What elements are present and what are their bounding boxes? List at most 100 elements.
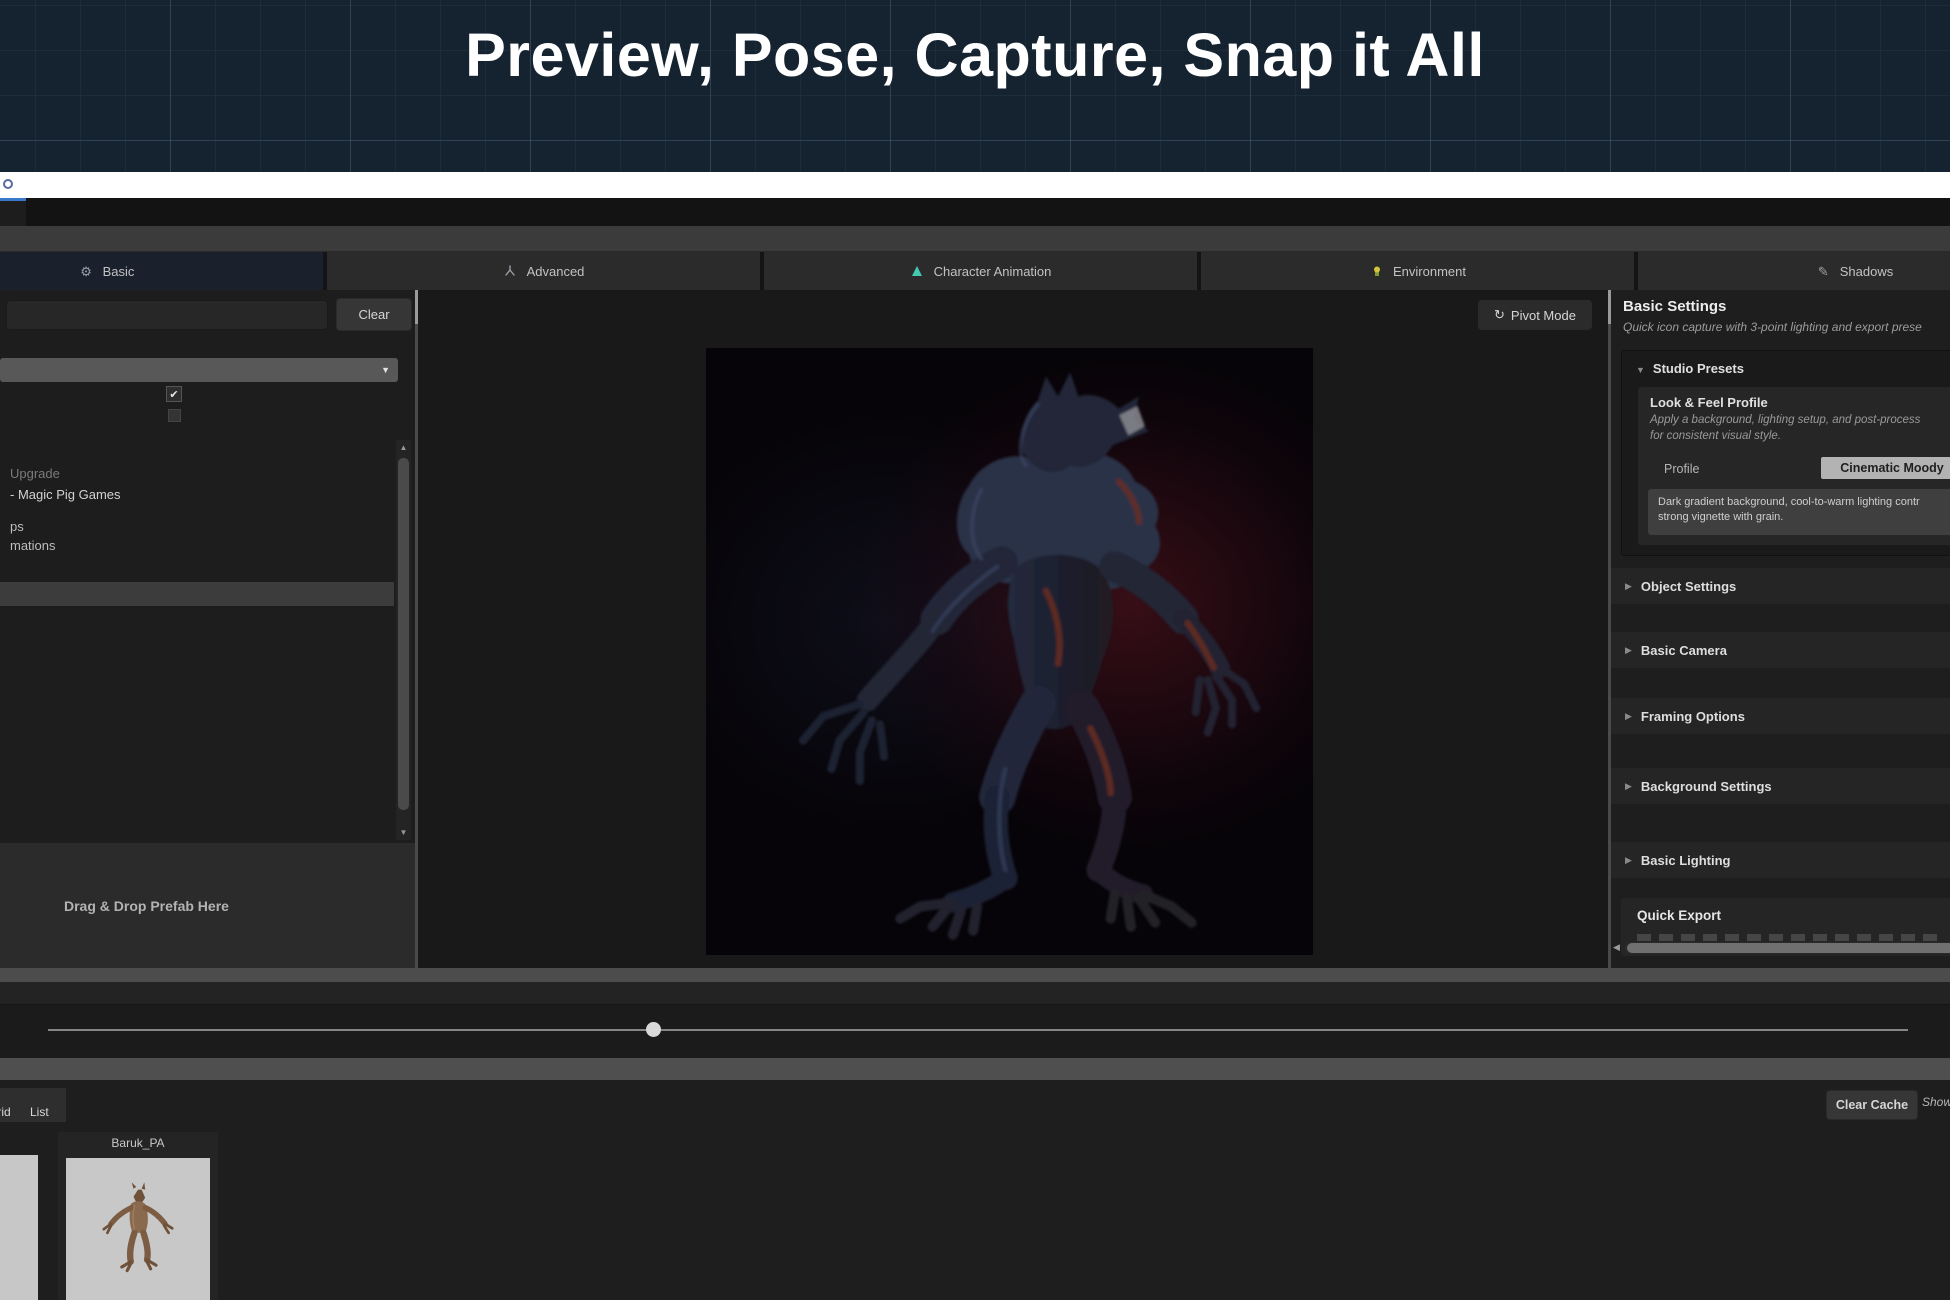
foldout-closed-icon: ▶: [1625, 581, 1632, 592]
tab-basic[interactable]: ⚙ Basic: [0, 252, 323, 290]
foldout-basic-lighting[interactable]: ▶ Basic Lighting: [1611, 842, 1950, 878]
chevron-down-icon: ▼: [381, 365, 390, 375]
scroll-left-icon[interactable]: ◀: [1613, 942, 1620, 953]
rotate-icon: ↻: [1494, 307, 1505, 323]
checkbox-checked[interactable]: ✔: [166, 386, 182, 402]
hscrollbar-thumb[interactable]: [1627, 943, 1950, 953]
section-label: Background Settings: [1641, 779, 1772, 794]
section-label: Object Settings: [1641, 579, 1736, 594]
werewolf-render: [706, 348, 1313, 955]
settings-subtitle: Quick icon capture with 3-point lighting…: [1623, 320, 1922, 334]
tab-character-animation[interactable]: Character Animation: [764, 252, 1197, 290]
banner: Preview, Pose, Capture, Snap it All: [0, 0, 1950, 172]
asset-card-preview[interactable]: [66, 1158, 210, 1300]
studio-presets-label: Studio Presets: [1653, 361, 1744, 376]
selected-list-row[interactable]: [0, 582, 394, 606]
filter-dropdown[interactable]: ▼: [0, 358, 398, 382]
profile-help-box: Dark gradient background, cool-to-warm l…: [1648, 489, 1950, 535]
foldout-open-icon: ▼: [1636, 365, 1645, 375]
check-icon: ✔: [169, 388, 178, 401]
banner-title: Preview, Pose, Capture, Snap it All: [0, 0, 1950, 90]
tab-shadows[interactable]: ✎ Shadows: [1638, 252, 1950, 290]
studio-presets-box: ▼ Studio Presets Look & Feel Profile Appl…: [1621, 350, 1950, 556]
studio-presets-header[interactable]: ▼ Studio Presets: [1636, 361, 1744, 376]
asset-thumbnail-partial[interactable]: [0, 1155, 38, 1300]
profile-help-1: Dark gradient background, cool-to-warm l…: [1658, 495, 1950, 510]
cone-icon: [910, 264, 925, 279]
prefab-drop-label: Drag & Drop Prefab Here: [64, 898, 229, 914]
tab-environment[interactable]: Environment: [1201, 252, 1634, 290]
tab-advanced-label: Advanced: [527, 264, 585, 279]
profile-label: Profile: [1664, 462, 1699, 476]
clear-search-button[interactable]: Clear: [336, 298, 412, 331]
timeline-slider-thumb[interactable]: [646, 1022, 661, 1037]
browser-titlebar: [0, 172, 1950, 198]
foldout-closed-icon: ▶: [1625, 781, 1632, 792]
tab-advanced[interactable]: Advanced: [327, 252, 760, 290]
look-feel-desc-2: for consistent visual style.: [1650, 430, 1781, 442]
scroll-down-icon[interactable]: ▼: [396, 828, 411, 837]
list-item[interactable]: mations: [10, 538, 56, 556]
pivot-mode-button[interactable]: ↻ Pivot Mode: [1478, 300, 1592, 330]
plant-icon: [1369, 264, 1384, 279]
show-label: Show: [1922, 1095, 1950, 1109]
list-item[interactable]: Upgrade: [10, 466, 60, 484]
panel-bottom-band: [0, 968, 1950, 982]
timeline-slider-track[interactable]: [48, 1029, 1908, 1031]
quick-export-clipped-text: [1637, 934, 1937, 941]
prefab-drop-zone[interactable]: Drag & Drop Prefab Here: [0, 843, 415, 968]
timeline-header-band: [0, 982, 1950, 1005]
gear-icon: ⚙: [79, 264, 94, 279]
list-view-button[interactable]: List: [30, 1105, 49, 1119]
list-item[interactable]: - Magic Pig Games: [10, 487, 121, 505]
foldout-object-settings[interactable]: ▶ Object Settings: [1611, 568, 1950, 604]
timeline-zone: [0, 1005, 1950, 1058]
look-feel-title: Look & Feel Profile: [1650, 395, 1768, 410]
left-splitter[interactable]: [415, 290, 418, 968]
editor-toolbar: [0, 226, 1950, 252]
tab-basic-label: Basic: [103, 264, 135, 279]
settings-hscrollbar[interactable]: [1625, 942, 1950, 954]
mode-tab-bar: ⚙ Basic Advanced Character Animation Env…: [0, 252, 1950, 290]
foldout-framing-options[interactable]: ▶ Framing Options: [1611, 698, 1950, 734]
tab-environment-label: Environment: [1393, 264, 1466, 279]
grid-view-button[interactable]: Grid: [0, 1105, 11, 1119]
view-mode-toggle: Grid List: [0, 1088, 66, 1122]
hierarchy-scrollbar[interactable]: ▲ ▼: [396, 440, 411, 840]
checkbox-unchecked[interactable]: [168, 409, 181, 422]
scrollbar-thumb[interactable]: [398, 458, 409, 810]
list-item[interactable]: ps: [10, 519, 24, 537]
app-root: Preview, Pose, Capture, Snap it All ⚙ Ba…: [0, 0, 1950, 1300]
creature-thumbnail: [93, 1176, 183, 1286]
hierarchy-panel: Clear ▼ ✔ Upgrade - Magic Pig Games ps m…: [0, 290, 415, 968]
foldout-closed-icon: ▶: [1625, 855, 1632, 866]
clear-cache-button[interactable]: Clear Cache: [1826, 1090, 1918, 1120]
foldout-basic-camera[interactable]: ▶ Basic Camera: [1611, 632, 1950, 668]
foldout-background-settings[interactable]: ▶ Background Settings: [1611, 768, 1950, 804]
library-toolbar: Grid List Clear Cache Show: [0, 1080, 1950, 1128]
section-label: Basic Camera: [1641, 643, 1727, 658]
asset-thumbnail-strip: Baruk_PA: [0, 1128, 1950, 1300]
section-label: Basic Lighting: [1641, 853, 1731, 868]
look-feel-box: Look & Feel Profile Apply a background, …: [1638, 387, 1950, 545]
tab-character-animation-label: Character Animation: [934, 264, 1052, 279]
scroll-up-icon[interactable]: ▲: [396, 443, 411, 452]
pen-icon: ✎: [1816, 264, 1831, 279]
favicon-circle-icon: [3, 179, 13, 189]
section-label: Framing Options: [1641, 709, 1745, 724]
foldout-closed-icon: ▶: [1625, 711, 1632, 722]
asset-card[interactable]: Baruk_PA: [58, 1132, 218, 1300]
separator-band: [0, 1058, 1950, 1080]
active-document-tab[interactable]: [0, 198, 26, 226]
asset-card-label: Baruk_PA: [58, 1136, 218, 1150]
character-render-viewport[interactable]: [706, 348, 1313, 955]
settings-panel: Basic Settings Quick icon capture with 3…: [1611, 290, 1950, 968]
quick-export-title: Quick Export: [1637, 908, 1721, 923]
search-input[interactable]: [6, 300, 328, 330]
look-feel-desc-1: Apply a background, lighting setup, and …: [1650, 414, 1920, 426]
foldout-closed-icon: ▶: [1625, 645, 1632, 656]
profile-select[interactable]: Cinematic Moody: [1821, 457, 1950, 479]
settings-title: Basic Settings: [1623, 298, 1726, 315]
tab-shadows-label: Shadows: [1840, 264, 1893, 279]
pivot-mode-label: Pivot Mode: [1511, 308, 1576, 323]
